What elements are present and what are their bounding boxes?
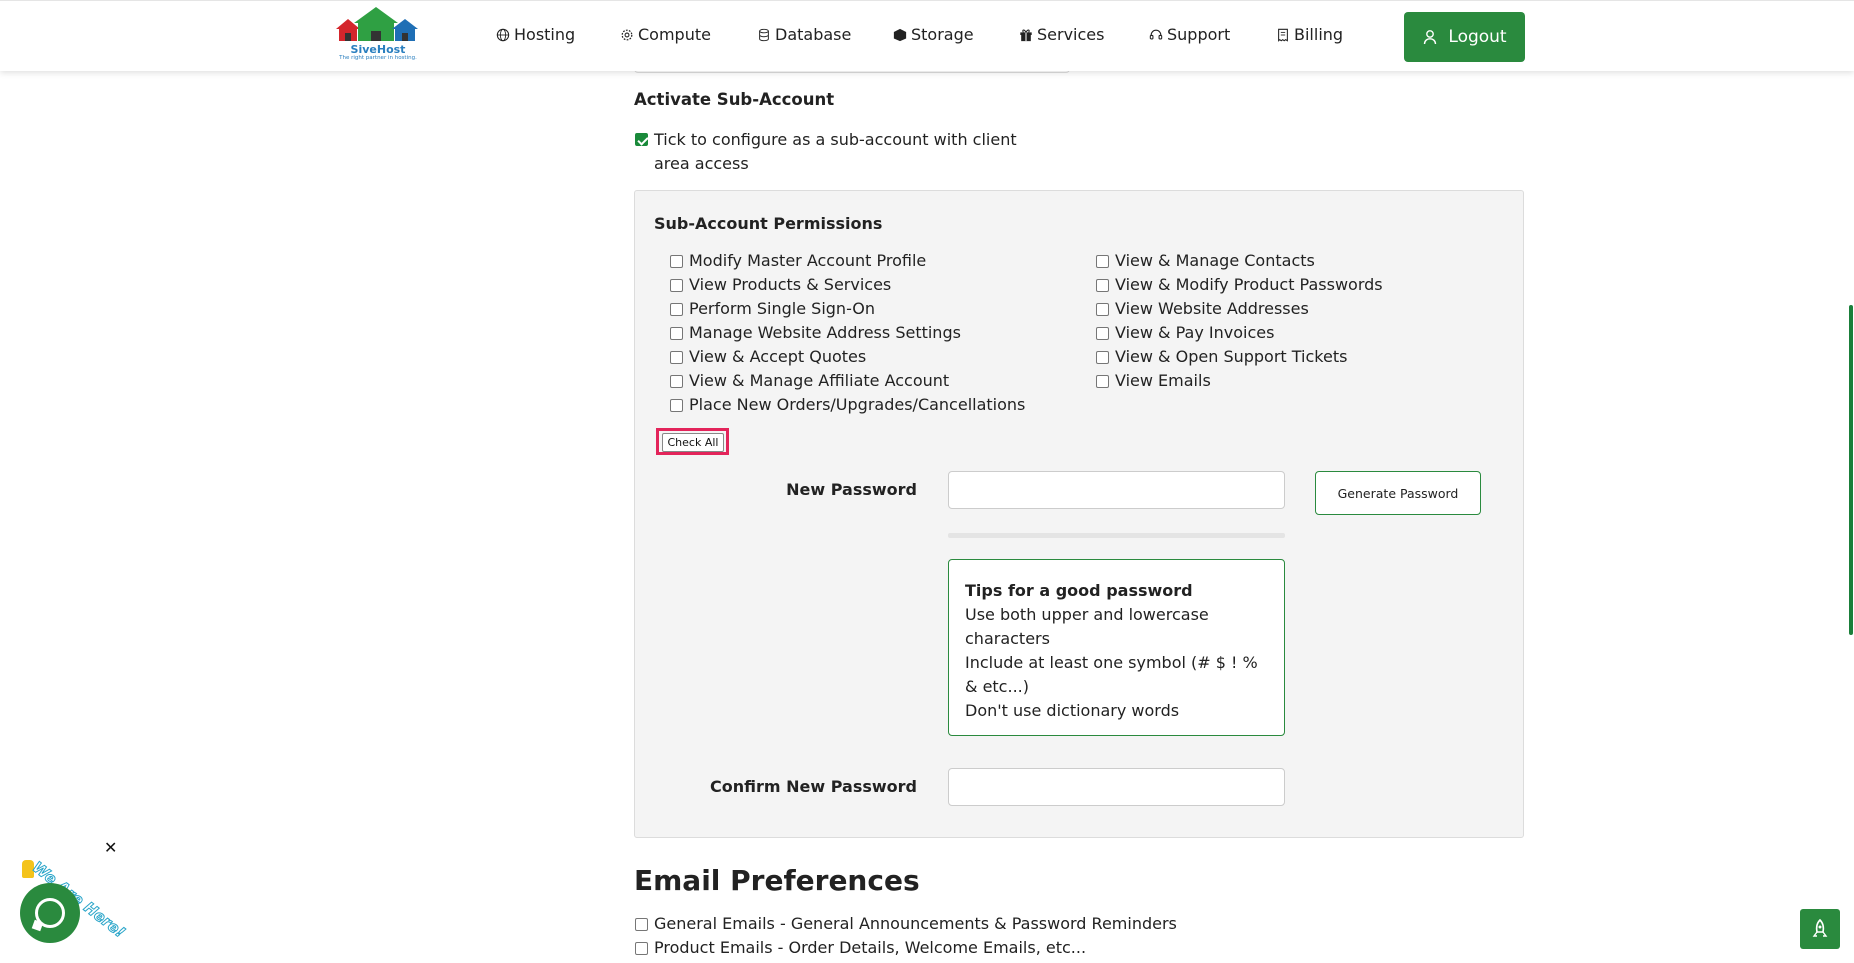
rocket-icon: [1812, 918, 1828, 937]
nav-services-label: Services: [1037, 25, 1105, 44]
activate-subaccount-checkbox[interactable]: [635, 133, 648, 146]
perm-checkbox-affiliate[interactable]: [670, 375, 683, 388]
perm-label-support-tickets: View & Open Support Tickets: [1115, 347, 1348, 366]
password-tip: Use both upper and lowercase characters: [965, 605, 1209, 648]
nav-hosting[interactable]: Hosting: [496, 25, 575, 44]
perm-checkbox-products-services[interactable]: [670, 279, 683, 292]
nav-support-label: Support: [1167, 25, 1231, 44]
headset-icon: [1149, 29, 1163, 39]
perm-checkbox-website-addresses[interactable]: [1096, 303, 1109, 316]
confirm-password-label: Confirm New Password: [710, 777, 917, 796]
permissions-heading: Sub-Account Permissions: [654, 214, 883, 233]
nav-compute[interactable]: Compute: [620, 25, 711, 44]
perm-checkbox-support-tickets[interactable]: [1096, 351, 1109, 364]
nav-database[interactable]: Database: [757, 25, 851, 44]
user-icon: [1424, 30, 1437, 45]
receipt-icon: [1278, 28, 1288, 42]
box-icon: [893, 28, 907, 41]
email-pref-label-general: General Emails - General Announcements &…: [654, 914, 1177, 933]
nav-support[interactable]: Support: [1149, 25, 1230, 44]
nav-storage[interactable]: Storage: [893, 25, 974, 44]
email-pref-label-product: Product Emails - Order Details, Welcome …: [654, 938, 1087, 957]
perm-label-products-services: View Products & Services: [689, 275, 892, 294]
check-all-button[interactable]: Check All: [662, 433, 724, 452]
perm-label-contacts: View & Manage Contacts: [1115, 251, 1315, 270]
email-pref-checkbox-general[interactable]: [635, 918, 648, 931]
nav-storage-label: Storage: [911, 25, 974, 44]
perm-label-orders: Place New Orders/Upgrades/Cancellations: [689, 395, 1026, 414]
perm-label-modify-profile: Modify Master Account Profile: [689, 251, 927, 270]
perm-checkbox-single-sign-on[interactable]: [670, 303, 683, 316]
password-tip: Don't use dictionary words: [965, 701, 1180, 720]
password-tips-title: Tips for a good password: [965, 581, 1193, 600]
logout-button[interactable]: Logout: [1404, 12, 1525, 62]
chat-button[interactable]: [20, 883, 80, 943]
generate-password-button[interactable]: Generate Password: [1315, 471, 1481, 515]
scroll-to-top-button[interactable]: [1800, 909, 1840, 949]
perm-checkbox-website-settings[interactable]: [670, 327, 683, 340]
password-tips-box: Tips for a good password Use both upper …: [948, 559, 1285, 736]
new-password-label: New Password: [786, 480, 917, 499]
nav-billing-label: Billing: [1294, 25, 1344, 44]
perm-label-website-addresses: View Website Addresses: [1115, 299, 1309, 318]
perm-checkbox-accept-quotes[interactable]: [670, 351, 683, 364]
logo-tagline: The right partner in hosting.: [339, 55, 417, 61]
perm-label-emails: View Emails: [1115, 371, 1211, 390]
database-icon: [759, 28, 769, 41]
confirm-password-input[interactable]: [948, 768, 1285, 806]
perm-checkbox-emails[interactable]: [1096, 375, 1109, 388]
nav-billing[interactable]: Billing: [1276, 25, 1343, 44]
activate-subaccount-heading: Activate Sub-Account: [634, 90, 835, 109]
nav-hosting-label: Hosting: [514, 25, 576, 44]
logout-label: Logout: [1448, 27, 1507, 47]
perm-checkbox-product-passwords[interactable]: [1096, 279, 1109, 292]
perm-label-invoices: View & Pay Invoices: [1115, 323, 1275, 342]
email-preferences-heading: Email Preferences: [634, 864, 920, 897]
globe-icon: [496, 28, 510, 41]
perm-label-website-settings: Manage Website Address Settings: [689, 323, 961, 342]
nav-services[interactable]: Services: [1019, 25, 1104, 44]
gift-icon: [1020, 29, 1032, 41]
chat-bubble-icon: [35, 898, 65, 928]
perm-label-affiliate: View & Manage Affiliate Account: [689, 371, 950, 390]
password-tip: Include at least one symbol (# $ ! % & e…: [965, 653, 1258, 696]
perm-label-single-sign-on: Perform Single Sign-On: [689, 299, 876, 318]
sivehost-logo[interactable]: SiveHost The right partner in hosting.: [330, 7, 426, 63]
nav-compute-label: Compute: [638, 25, 711, 44]
perm-checkbox-orders[interactable]: [670, 399, 683, 412]
perm-checkbox-modify-profile[interactable]: [670, 255, 683, 268]
page-scrollbar-thumb[interactable]: [1849, 305, 1853, 635]
password-strength-bar: [948, 533, 1285, 538]
perm-checkbox-contacts[interactable]: [1096, 255, 1109, 268]
perm-label-product-passwords: View & Modify Product Passwords: [1115, 275, 1383, 294]
perm-checkbox-invoices[interactable]: [1096, 327, 1109, 340]
top-navbar: SiveHost The right partner in hosting. H…: [0, 0, 1854, 71]
email-pref-checkbox-product[interactable]: [635, 942, 648, 955]
nav-database-label: Database: [775, 25, 852, 44]
perm-label-accept-quotes: View & Accept Quotes: [689, 347, 867, 366]
new-password-input[interactable]: [948, 471, 1285, 509]
gear-icon: [621, 29, 633, 40]
activate-subaccount-label: Tick to configure as a sub-account with …: [654, 130, 1017, 173]
chat-close-icon[interactable]: ✕: [104, 838, 117, 857]
logo-houses-icon: [336, 7, 418, 41]
